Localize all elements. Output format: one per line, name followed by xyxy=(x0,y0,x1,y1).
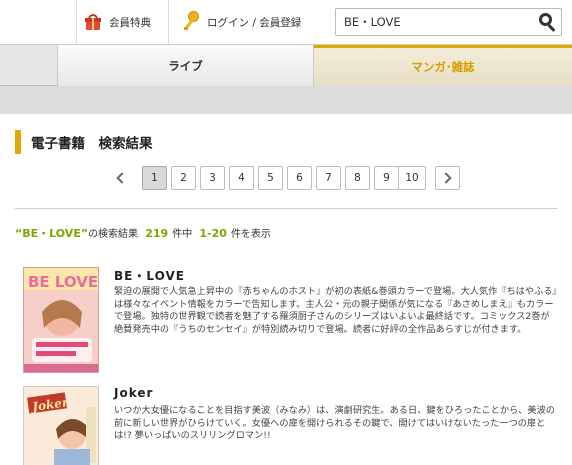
chevron-right-icon xyxy=(439,172,452,184)
page-link[interactable]: 4 xyxy=(229,166,254,190)
tab-live[interactable]: ライブ xyxy=(57,45,314,86)
page-link[interactable]: 3 xyxy=(200,166,225,190)
result-description: いつか大女優になることを目指す美波（みなみ）は、演劇研究生。ある日、鍵をひろった… xyxy=(114,405,555,442)
search-box xyxy=(335,8,562,36)
page-heading: 電子書籍 検索結果 xyxy=(15,130,153,154)
be-love-cover-image: BE LOVE xyxy=(24,268,98,372)
login-register-link[interactable]: ログイン / 会員登録 xyxy=(168,0,301,44)
login-register-label: ログイン / 会員登録 xyxy=(207,16,302,29)
page-link[interactable]: 10 xyxy=(398,166,426,190)
page-link[interactable]: 9 xyxy=(374,166,399,190)
prev-page-button[interactable] xyxy=(107,166,132,190)
tab-live-label: ライブ xyxy=(168,58,203,73)
page-link[interactable]: 8 xyxy=(345,166,370,190)
gift-icon xyxy=(85,14,101,30)
search-keyword-suffix: の検索結果 xyxy=(88,229,139,240)
search-input[interactable] xyxy=(336,9,531,35)
next-page-button[interactable] xyxy=(435,166,460,190)
search-keyword: “BE・LOVE” xyxy=(15,227,89,240)
result-total-suffix: 件中 xyxy=(172,229,193,240)
chevron-left-icon xyxy=(115,172,128,184)
page-link[interactable]: 2 xyxy=(171,166,196,190)
top-header: 会員特典 ログイン / 会員登録 xyxy=(0,0,572,44)
search-summary: “BE・LOVE”の検索結果 219 件中 1-20 件を表示 xyxy=(15,225,271,241)
pagination: 1 2 3 4 5 6 7 8 9 10 xyxy=(107,166,463,192)
tab-manga-magazine[interactable]: マンガ･雑誌 xyxy=(314,45,572,86)
result-title[interactable]: BE・LOVE xyxy=(114,267,185,284)
heading-accent-bar xyxy=(15,130,21,154)
result-description: 緊迫の展開で人気急上昇中の『赤ちゃんのホスト』が初の表紙&巻頭カラーで登場。大人… xyxy=(114,286,558,335)
tab-manga-label: マンガ･雑誌 xyxy=(411,60,475,74)
category-tabs: ライブ マンガ･雑誌 xyxy=(0,44,572,86)
result-range: 1-20 xyxy=(199,227,227,240)
page-link[interactable]: 5 xyxy=(258,166,283,190)
page-link[interactable]: 7 xyxy=(316,166,341,190)
subnav-band xyxy=(0,86,572,114)
member-benefits-label: 会員特典 xyxy=(109,16,151,29)
member-benefits-link[interactable]: 会員特典 xyxy=(76,0,151,44)
result-total: 219 xyxy=(145,227,169,240)
page-title: 電子書籍 検索結果 xyxy=(31,136,153,152)
page-link[interactable]: 1 xyxy=(142,166,167,190)
result-range-suffix: 件を表示 xyxy=(230,229,271,240)
key-icon xyxy=(179,11,201,33)
book-cover[interactable]: Joker xyxy=(23,386,99,465)
result-title[interactable]: Joker xyxy=(114,386,153,400)
joker-cover-image: Joker xyxy=(24,387,98,465)
divider xyxy=(15,208,557,209)
search-button[interactable] xyxy=(535,10,559,34)
book-cover[interactable]: BE LOVE xyxy=(23,267,99,373)
cover-title: BE LOVE xyxy=(28,273,98,291)
page-link[interactable]: 6 xyxy=(287,166,312,190)
